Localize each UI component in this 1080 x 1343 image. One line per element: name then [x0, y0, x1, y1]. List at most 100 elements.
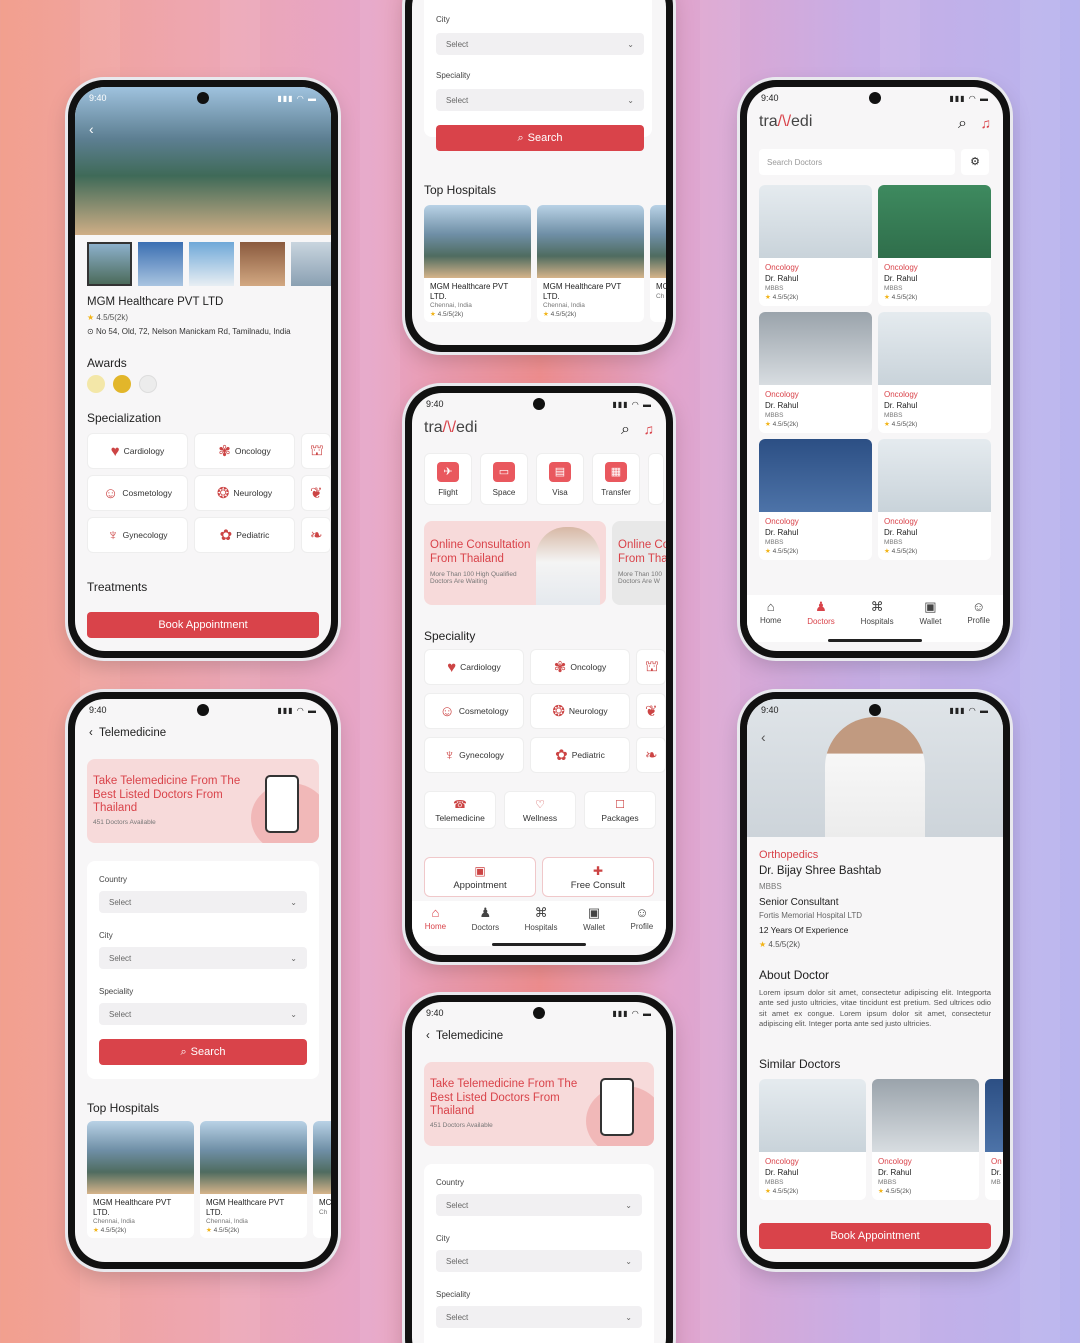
hospital-card[interactable]: MGM Healthcare PVT LTD. Chennai, India ★ 4…	[424, 205, 531, 323]
city-select[interactable]: Select ⌄	[99, 947, 307, 969]
lungs-icon: ❦	[310, 485, 323, 502]
doctor-name: Dr. Rahul	[884, 528, 918, 537]
thumbnail[interactable]	[138, 242, 183, 286]
back-icon[interactable]: ‹	[89, 121, 94, 137]
nav-profile[interactable]: ☺ Profile	[967, 599, 990, 626]
nav-home[interactable]: ⌂ Home	[425, 905, 446, 932]
doctor-card[interactable]: Oncology Dr. Rahul MBBS ★ 4.5/5(2k)	[759, 1079, 866, 1200]
service-flight[interactable]: ✈ Flight	[424, 453, 472, 505]
wallet-icon: ▣	[587, 905, 601, 920]
spec-cosmetology[interactable]: ☺ Cosmetology	[87, 475, 188, 511]
hospital-card[interactable]: MGM Healthcare PVT LTD. Chennai, India ★ 4…	[537, 205, 644, 323]
spec-cardiology[interactable]: ♥ Cardiology	[87, 433, 188, 469]
hospital-card[interactable]: MGM Healthcare PVT LTD. Chennai, India ★ 4…	[200, 1121, 307, 1239]
spec-more[interactable]: ❦	[636, 693, 666, 729]
nav-wallet[interactable]: ▣ Wallet	[919, 599, 941, 626]
doctor-card[interactable]: Oncology Dr. Rahul MBBS ★ 4.5/5(2k)	[759, 185, 872, 306]
doctor-rating: 4.5/5(2k)	[772, 1188, 799, 1195]
spec-oncology[interactable]: ✾ Oncology	[530, 649, 630, 685]
bell-icon[interactable]: ♫	[981, 115, 992, 131]
book-appointment-button[interactable]: Book Appointment	[87, 612, 319, 638]
book-appointment-button[interactable]: Book Appointment	[759, 1223, 991, 1249]
service-transfer[interactable]: ▦ Transfer	[592, 453, 640, 505]
search-doctors-input[interactable]: Search Doctors	[759, 149, 955, 175]
doctor-rating: 4.5/5(2k)	[772, 294, 799, 301]
extra-telemedicine[interactable]: ☎ Telemedicine	[424, 791, 496, 829]
promo-banner-next[interactable]: Online Co From Tha More Than 100 Doctors…	[612, 521, 666, 605]
doctor-rating: ★ 4.5/5(2k)	[759, 940, 800, 949]
spec-gynecology[interactable]: ♆ Gynecology	[424, 737, 524, 773]
nav-doctors[interactable]: ♟ Doctors	[472, 905, 500, 932]
spec-cosmetology[interactable]: ☺ Cosmetology	[424, 693, 524, 729]
spec-oncology[interactable]: ✾ Oncology	[194, 433, 295, 469]
nav-home[interactable]: ⌂ Home	[760, 599, 781, 626]
spec-pediatric[interactable]: ✿ Pediatric	[530, 737, 630, 773]
service-more[interactable]	[648, 453, 664, 505]
promo-banner[interactable]: Online Consultation From Thailand More T…	[424, 521, 606, 605]
back-icon[interactable]: ‹	[761, 729, 766, 745]
thumbnail[interactable]	[291, 242, 331, 286]
hospital-card[interactable]: MC Ch	[650, 205, 666, 323]
spec-more[interactable]: ❦	[301, 475, 331, 511]
status-time: 9:40	[89, 93, 107, 103]
stomach-icon: ❧	[645, 747, 658, 764]
star-icon: ★	[765, 548, 771, 555]
spec-cardiology[interactable]: ♥ Cardiology	[424, 649, 524, 685]
promo-subtitle: More Than 100 Doctors Are W	[618, 571, 662, 585]
doctor-card[interactable]: Oncology Dr. Rahul MBBS ★ 4.5/5(2k)	[759, 312, 872, 433]
hospital-card-name: MC	[319, 1198, 331, 1207]
speciality-select[interactable]: Select ⌄	[436, 1306, 642, 1328]
free-consult-button[interactable]: ✚ Free Consult	[542, 857, 654, 897]
search-button[interactable]: ⌕ Search	[436, 125, 644, 151]
hospital-card[interactable]: MC Ch	[313, 1121, 331, 1239]
extra-packages[interactable]: ☐ Packages	[584, 791, 656, 829]
extra-wellness[interactable]: ♡ Wellness	[504, 791, 576, 829]
calendar-icon: ▣	[474, 863, 486, 878]
nav-wallet[interactable]: ▣ Wallet	[583, 905, 605, 932]
back-icon[interactable]: ‹	[426, 1030, 430, 1042]
nav-hospitals[interactable]: ⌘ Hospitals	[861, 599, 894, 626]
nav-hospitals[interactable]: ⌘ Hospitals	[525, 905, 558, 932]
nav-doctors[interactable]: ♟ Doctors	[807, 599, 835, 626]
service-space[interactable]: ▭ Space	[480, 453, 528, 505]
doctor-card[interactable]: Oncology Dr. Rahul MBBS ★ 4.5/5(2k)	[878, 439, 991, 560]
speciality-select[interactable]: Select ⌄	[436, 89, 644, 111]
search-button[interactable]: ⌕ Search	[99, 1039, 307, 1065]
country-select[interactable]: Select ⌄	[436, 1194, 642, 1216]
thumbnail[interactable]	[240, 242, 285, 286]
doctor-card[interactable]: Oncology Dr. Rahul MBBS ★ 4.5/5(2k)	[759, 439, 872, 560]
spec-more[interactable]: ❧	[636, 737, 666, 773]
thumbnail[interactable]	[87, 242, 132, 286]
doctor-name: Dr. Rahul	[765, 528, 799, 537]
hospital-card[interactable]: MGM Healthcare PVT LTD. Chennai, India ★ 4…	[87, 1121, 194, 1239]
doctor-card[interactable]: Oncology Dr. Rahul MBBS ★ 4.5/5(2k)	[878, 185, 991, 306]
spec-more[interactable]: ⛫	[301, 433, 331, 469]
phone-telemedicine: 9:40 ▮▮▮ ◠ ▬ ‹ Telemedicine Take Telemedi…	[68, 692, 338, 1269]
chevron-down-icon: ⌄	[290, 897, 297, 907]
doctor-card[interactable]: Oncology Dr. Rahul MBBS ★ 4.5/5(2k)	[872, 1079, 979, 1200]
appointment-button[interactable]: ▣ Appointment	[424, 857, 536, 897]
doctor-card[interactable]: Oncology Dr. Rahul MBBS ★ 4.5/5(2k)	[878, 312, 991, 433]
country-select[interactable]: Select ⌄	[99, 891, 307, 913]
search-icon[interactable]: ⌕	[621, 421, 630, 439]
baby-icon: ✿	[219, 527, 233, 544]
city-select[interactable]: Select ⌄	[436, 1250, 642, 1272]
doctor-card[interactable]: On Dr. MB	[985, 1079, 1003, 1200]
brain-icon: ❂	[216, 485, 230, 502]
speciality-select[interactable]: Select ⌄	[99, 1003, 307, 1025]
spec-neurology[interactable]: ❂ Neurology	[194, 475, 295, 511]
filter-icon[interactable]: ⚙	[961, 149, 989, 175]
thumbnail[interactable]	[189, 242, 234, 286]
spec-gynecology[interactable]: ♆ Gynecology	[87, 517, 188, 553]
spec-more[interactable]: ❧	[301, 517, 331, 553]
service-visa[interactable]: ▤ Visa	[536, 453, 584, 505]
doctor-rating: 4.5/5(2k)	[885, 1188, 912, 1195]
back-icon[interactable]: ‹	[89, 727, 93, 739]
search-icon[interactable]: ⌕	[958, 115, 967, 133]
spec-pediatric[interactable]: ✿ Pediatric	[194, 517, 295, 553]
spec-neurology[interactable]: ❂ Neurology	[530, 693, 630, 729]
nav-profile[interactable]: ☺ Profile	[631, 905, 654, 932]
city-select[interactable]: Select ⌄	[436, 33, 644, 55]
spec-more[interactable]: ⛫	[636, 649, 666, 685]
bell-icon[interactable]: ♫	[644, 421, 655, 437]
